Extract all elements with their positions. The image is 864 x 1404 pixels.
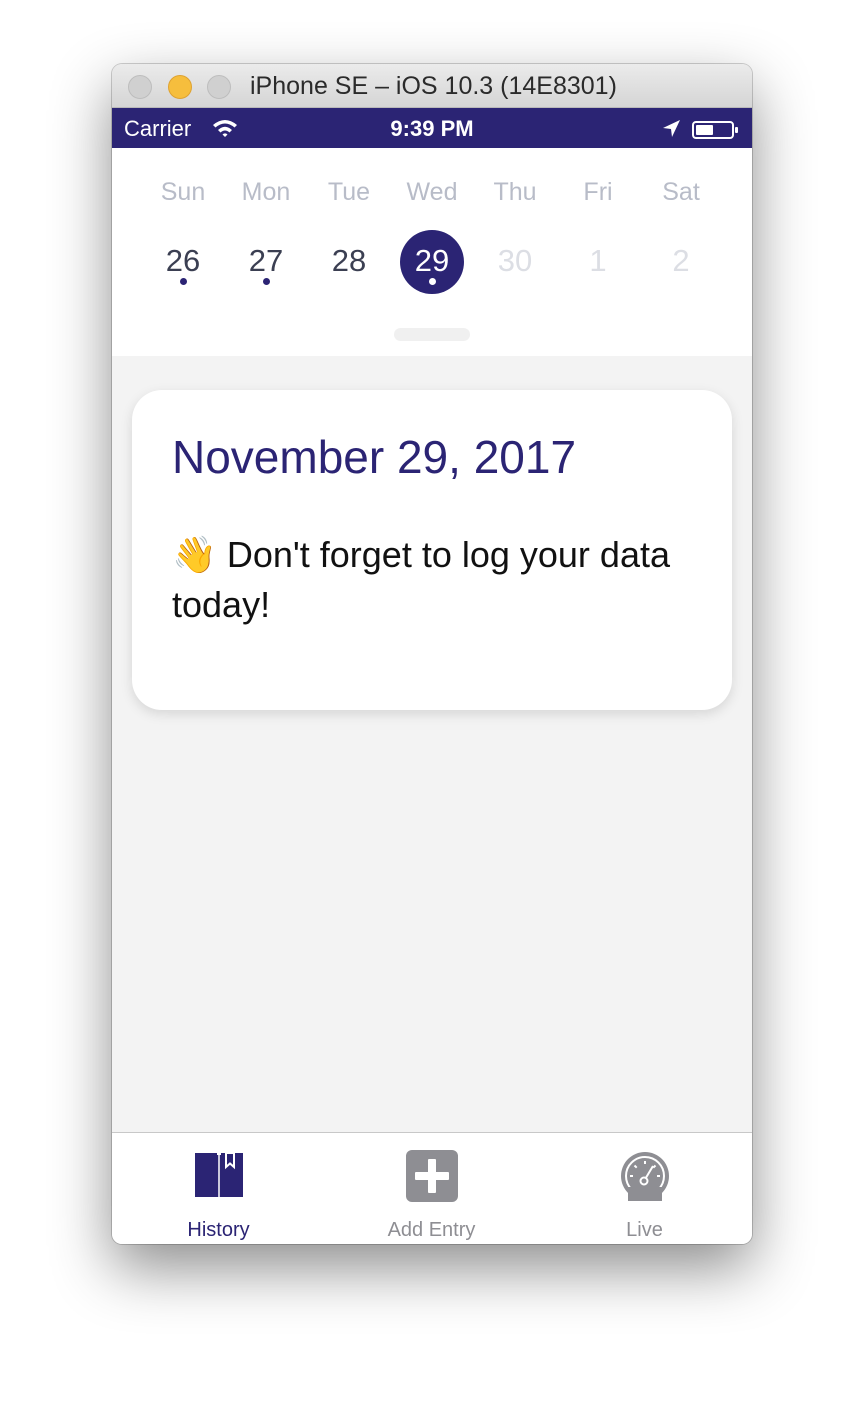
day-name-label: Sun [160,178,206,206]
window-close-button[interactable] [128,75,152,99]
day-number: 30 [497,243,533,278]
book-bookmark-icon [195,1152,243,1197]
battery-icon [692,121,738,139]
day-name-label: Mon [241,178,291,206]
calendar-drag-handle[interactable] [394,328,470,341]
window-title: iPhone SE – iOS 10.3 (14E8301) [250,72,617,100]
day-mon[interactable]: Mon 27 [224,148,308,308]
tab-history[interactable]: History [112,1133,325,1244]
window-titlebar: iPhone SE – iOS 10.3 (14E8301) [112,64,752,108]
day-name-label: Wed [406,178,458,206]
day-number-cell: 28 [317,230,381,294]
day-thu[interactable]: Thu 30 [473,148,557,308]
entry-indicator-dot [263,278,270,285]
tab-add-entry-label: Add Entry [387,1219,476,1241]
tab-bar: History Add Entry Live [112,1132,752,1244]
day-number: 1 [589,243,607,278]
window-minimize-button[interactable] [168,75,192,99]
day-tue[interactable]: Tue 28 [307,148,391,308]
simulator-window: iPhone SE – iOS 10.3 (14E8301) Carrier 9… [112,64,752,1244]
day-number-cell: 2 [649,230,713,294]
status-clock: 9:39 PM [390,116,474,141]
tab-add-entry[interactable]: Add Entry [325,1133,538,1244]
day-number-cell: 26 [151,230,215,294]
selected-day-circle: 29 [400,230,464,294]
day-number-cell: 1 [566,230,630,294]
week-calendar-strip: Sun 26 Mon 27 Tue 28 Wed 29 Thu 30 Fri 1 Sat 2 [112,148,752,356]
day-number: 2 [672,243,690,278]
window-zoom-button[interactable] [207,75,231,99]
day-name-label: Sat [662,178,700,206]
day-name-label: Tue [327,178,371,206]
day-sat[interactable]: Sat 2 [639,148,723,308]
status-bar: Carrier 9:39 PM [112,108,752,148]
entry-indicator-dot [429,278,436,285]
day-name-label: Fri [583,178,613,206]
day-wed[interactable]: Wed 29 [390,148,474,308]
speedometer-icon [621,1152,669,1201]
location-arrow-icon [663,120,680,137]
plus-square-icon [406,1150,458,1202]
day-sun[interactable]: Sun 26 [141,148,225,308]
tab-history-label: History [187,1219,250,1241]
reminder-text: Don't forget to log your data today! [172,534,670,625]
day-fri[interactable]: Fri 1 [556,148,640,308]
card-date-heading: November 29, 2017 [172,431,577,483]
day-number-cell: 27 [234,230,298,294]
waving-hand-emoji: 👋 [172,534,217,575]
day-entry-card: November 29, 2017 👋 Don't forget to log … [132,390,732,710]
card-reminder-message: 👋 Don't forget to log your data today! [172,530,692,630]
entry-indicator-dot [180,278,187,285]
day-name-label: Thu [493,178,537,206]
tab-live[interactable]: Live [538,1133,751,1244]
history-content: November 29, 2017 👋 Don't forget to log … [112,356,752,1132]
tab-live-label: Live [626,1219,663,1241]
day-number-cell: 30 [483,230,547,294]
day-number: 28 [331,243,367,278]
